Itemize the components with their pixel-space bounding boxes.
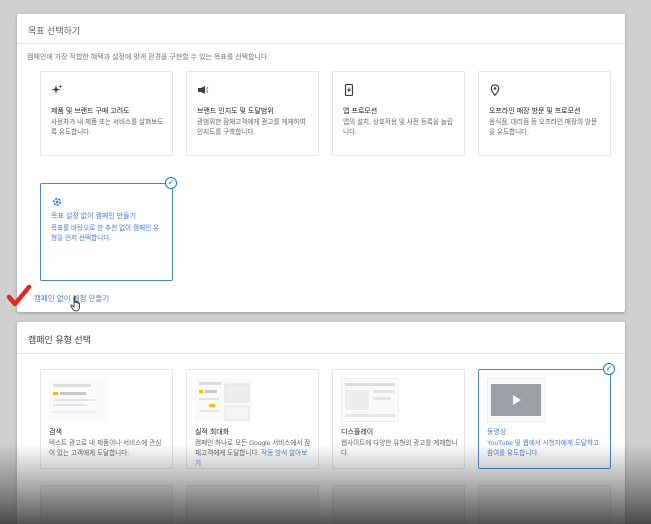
campaign-type-tile-partial[interactable]: [332, 485, 465, 524]
campaign-type-video[interactable]: 동영상 YouTube 및 웹에서 시청자에게 도달하고 참여를 유도합니다.: [478, 369, 611, 469]
campaign-type-tile-partial[interactable]: [186, 485, 319, 524]
display-illustration-icon: [341, 378, 399, 422]
goal-tile-title: 오프라인 매장 방문 및 프로모션: [489, 108, 581, 115]
gear-icon: [51, 196, 63, 208]
goal-tile-store-visits[interactable]: 오프라인 매장 방문 및 프로모션 음식점, 대리점 등 오프라인 매장의 방문…: [478, 71, 611, 156]
campaign-type-title: 캠페인 유형 선택: [28, 335, 91, 345]
search-illustration-icon: [49, 378, 107, 422]
campaign-type-performance-max[interactable]: 실적 최대화 캠페인 하나로 모든 Google 서비스에서 잠재고객에게 도달…: [186, 369, 319, 469]
goal-section-subtitle: 캠페인에 가장 적합한 혜택과 설정에 맞게 환경을 구현할 수 있는 목표를 …: [27, 54, 270, 61]
video-illustration-icon: [487, 378, 545, 422]
performance-max-illustration-icon: [195, 378, 253, 422]
goal-tile-desc: 목표를 바탕으로 한 추천 없이 캠페인 유형을 먼저 선택합니다.: [51, 225, 160, 242]
goal-tile-title: 브랜드 인지도 및 도달범위: [197, 108, 274, 115]
goal-tile-desc: 사용자가 내 제품 또는 서비스를 살펴보도록 유도합니다.: [51, 119, 164, 136]
campaign-type-title: 동영상: [487, 429, 507, 436]
red-checkmark-annotation-icon: [6, 284, 32, 307]
goal-tile-title: 앱 프로모션: [343, 108, 378, 115]
goal-tile-awareness[interactable]: 브랜드 인지도 및 도달범위 광범위한 잠재고객에게 광고를 게재하여 인지도를…: [186, 71, 319, 156]
goal-section-title: 목표 선택하기: [28, 26, 81, 36]
goal-tile-no-goal[interactable]: 목표 설정 없이 캠페인 만들기 목표를 바탕으로 한 추천 없이 캠페인 유형…: [40, 183, 173, 281]
campaign-type-title: 실적 최대화: [195, 429, 230, 436]
campaign-type-desc: YouTube 및 웹에서 시청자에게 도달하고 참여를 유도합니다.: [487, 440, 600, 457]
goal-tile-title: 제품 및 브랜드 구매 고려도: [51, 108, 130, 115]
campaign-type-search[interactable]: 검색 텍스트 광고로 내 제품이나 서비스에 관심이 있는 고객에게 도달합니다…: [40, 369, 173, 469]
campaign-type-header: 캠페인 유형 선택: [17, 322, 625, 354]
location-pin-icon: [489, 84, 501, 97]
goal-tile-desc: 음식점, 대리점 등 오프라인 매장의 방문을 유도합니다.: [489, 119, 598, 136]
campaign-type-desc: 캠페인 하나로 모든 Google 서비스에서 잠재고객에게 도달합니다. 작동…: [195, 439, 312, 469]
goal-tile-desc: 앱의 설치, 상호작용 및 사전 등록을 늘립니다.: [343, 119, 453, 136]
campaign-type-desc: 웹사이트에 다양한 유형의 광고를 게재합니다.: [341, 440, 458, 457]
megaphone-icon: [197, 84, 209, 96]
goal-tile-app-promotion[interactable]: 앱 프로모션 앱의 설치, 상호작용 및 사전 등록을 늘립니다.: [332, 71, 465, 156]
campaign-type-display[interactable]: 디스플레이 웹사이트에 다양한 유형의 광고를 게재합니다.: [332, 369, 465, 469]
campaign-type-title: 검색: [49, 429, 62, 436]
screen: 목표 선택하기 캠페인에 가장 적합한 혜택과 설정에 맞게 환경을 구현할 수…: [0, 0, 651, 524]
campaign-type-tile-partial[interactable]: [478, 485, 611, 524]
sparkle-icon: [51, 84, 63, 96]
goal-section-header: 목표 선택하기: [17, 14, 625, 44]
phone-icon: [343, 83, 355, 97]
hand-cursor-icon: [70, 296, 80, 312]
goal-tile-desc: 광범위한 잠재고객에게 광고를 게재하여 인지도를 구축합니다.: [197, 119, 306, 136]
goal-tile-title: 목표 설정 없이 캠페인 만들기: [51, 213, 137, 220]
campaign-type-desc: 텍스트 광고로 내 제품이나 서비스에 관심이 있는 고객에게 도달합니다.: [49, 440, 162, 457]
campaign-type-tile-partial[interactable]: [40, 485, 173, 524]
campaign-type-title: 디스플레이: [341, 429, 374, 436]
selected-check-icon: ✓: [603, 363, 615, 375]
selected-check-icon: ✓: [165, 177, 177, 189]
goal-tile-consideration[interactable]: 제품 및 브랜드 구매 고려도 사용자가 내 제품 또는 서비스를 살펴보도록 …: [40, 71, 173, 156]
